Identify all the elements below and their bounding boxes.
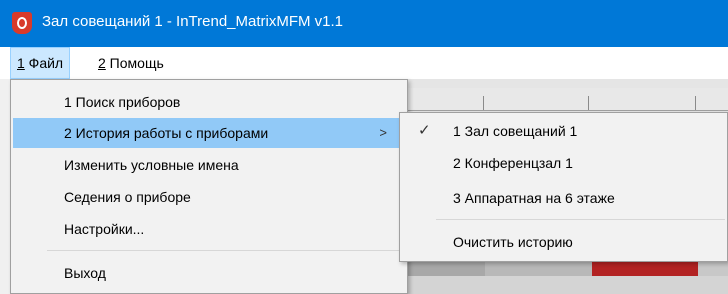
menu-separator xyxy=(47,250,405,251)
menu-file-label: Файл xyxy=(24,55,64,71)
file-dropdown-menu: 1 Поиск приборов 2 История работы с приб… xyxy=(10,79,408,294)
window-title: Зал совещаний 1 - InTrend_MatrixMFM v1.1 xyxy=(42,13,344,30)
submenu-item-equipment-room[interactable]: 3 Аппаратная на 6 этаже xyxy=(402,183,725,213)
menu-help-accelerator: 2 xyxy=(98,55,106,71)
tab-divider xyxy=(588,96,589,110)
menu-separator xyxy=(436,219,725,220)
menu-item-label: Выход xyxy=(64,265,106,281)
checkmark-icon: ✓ xyxy=(418,122,431,139)
background-status-segment xyxy=(698,262,728,276)
submenu-item-conference-hall[interactable]: 2 Конференцзал 1 xyxy=(402,148,725,178)
background-bottom-strip xyxy=(405,276,728,294)
menu-item-device-search[interactable]: 1 Поиск приборов xyxy=(13,87,405,117)
submenu-item-label: Очистить историю xyxy=(453,234,573,250)
menu-item-label: Изменить условные имена xyxy=(64,157,239,173)
menu-help[interactable]: 2 Помощь xyxy=(92,47,170,79)
menu-file-accelerator: 1 xyxy=(17,55,25,71)
chevron-right-icon: > xyxy=(379,125,387,140)
app-icon[interactable] xyxy=(12,12,32,34)
menu-item-rename[interactable]: Изменить условные имена xyxy=(13,150,405,180)
tab-divider xyxy=(695,96,696,110)
submenu-item-label: 1 Зал совещаний 1 xyxy=(453,123,578,139)
background-tab-strip xyxy=(405,88,728,111)
background-status-segment xyxy=(405,262,485,276)
title-bar: Зал совещаний 1 - InTrend_MatrixMFM v1.1 xyxy=(0,0,728,47)
menu-bar: 1 Файл 2 Помощь xyxy=(0,47,728,79)
menu-item-label: 1 Поиск приборов xyxy=(64,94,181,110)
tab-divider xyxy=(483,96,484,110)
menu-item-device-info[interactable]: Седения о приборе xyxy=(13,182,405,212)
submenu-item-meeting-room[interactable]: ✓ 1 Зал совещаний 1 xyxy=(402,116,725,146)
history-submenu: ✓ 1 Зал совещаний 1 2 Конференцзал 1 3 А… xyxy=(399,112,728,262)
menu-help-label: Помощь xyxy=(105,55,164,71)
menu-item-device-history[interactable]: 2 История работы с приборами > xyxy=(13,118,405,148)
menu-file[interactable]: 1 Файл xyxy=(10,47,71,79)
submenu-item-clear-history[interactable]: Очистить историю xyxy=(402,227,725,257)
red-status-indicator xyxy=(592,262,698,276)
background-status-segment xyxy=(485,262,592,276)
menu-item-exit[interactable]: Выход xyxy=(13,258,405,288)
menu-item-settings[interactable]: Настройки... xyxy=(13,214,405,244)
menu-item-label: 2 История работы с приборами xyxy=(64,125,269,141)
menu-item-label: Седения о приборе xyxy=(64,189,191,205)
submenu-item-label: 2 Конференцзал 1 xyxy=(453,155,573,171)
menu-item-label: Настройки... xyxy=(64,221,145,237)
submenu-item-label: 3 Аппаратная на 6 этаже xyxy=(453,190,615,206)
